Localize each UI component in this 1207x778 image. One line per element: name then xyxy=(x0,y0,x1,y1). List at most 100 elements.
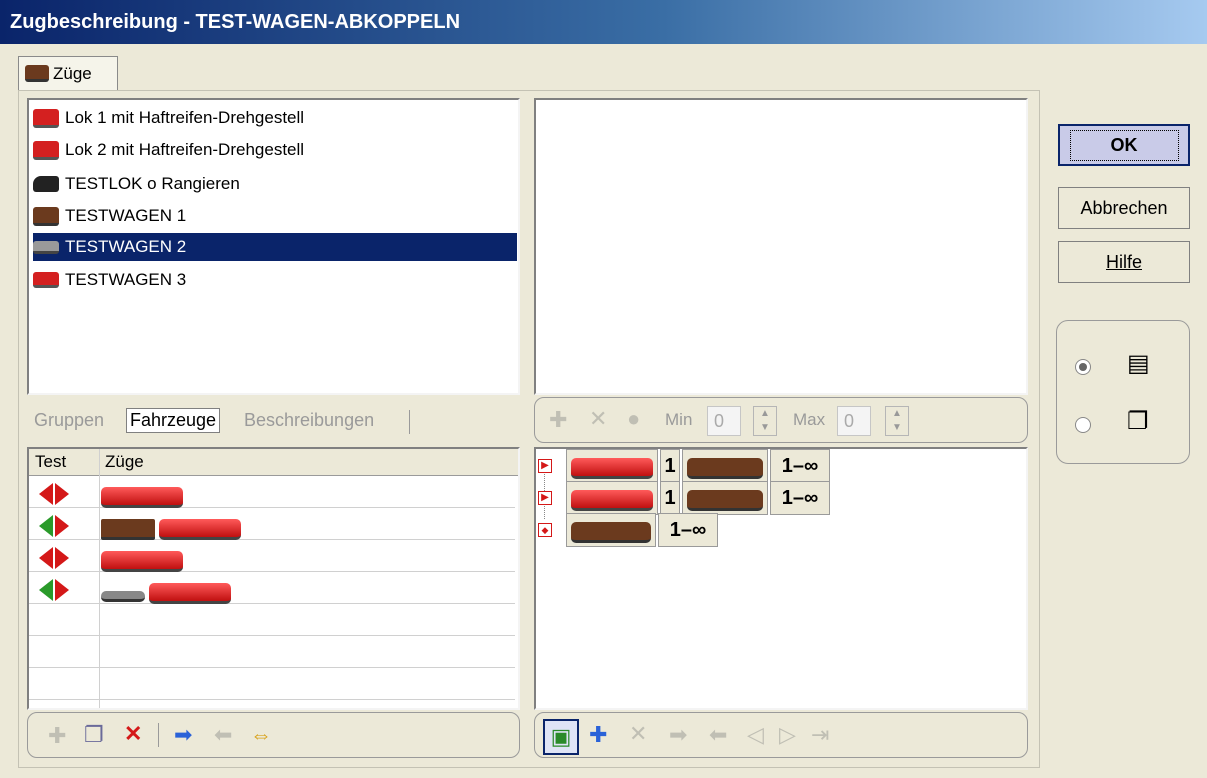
radio-tile-view[interactable] xyxy=(1075,417,1091,433)
vehicle-list[interactable]: Lok 1 mit Haftreifen-Drehgestell Lok 2 m… xyxy=(27,98,520,395)
column-trains[interactable]: Züge xyxy=(105,452,144,472)
signal-icon[interactable] xyxy=(39,579,69,601)
swap-icon[interactable]: ⇔ xyxy=(250,724,272,746)
row-divider xyxy=(29,507,515,508)
minmax-toolbar: ✚ ✕ ● Min 0 ▲ ▼ Max 0 ▲ ▼ xyxy=(534,397,1028,443)
signal-icon[interactable] xyxy=(39,515,69,537)
max-label: Max xyxy=(793,410,826,429)
column-divider xyxy=(99,449,100,708)
signal-icon[interactable] xyxy=(39,547,69,569)
flat-wagon-icon xyxy=(101,591,145,602)
add-icon[interactable]: ✚ xyxy=(549,409,567,431)
add-icon[interactable]: ✚ xyxy=(48,725,66,747)
tile-view-icon: ❐ xyxy=(1127,408,1149,435)
list-item[interactable]: Lok 2 mit Haftreifen-Drehgestell xyxy=(33,136,517,164)
copy-icon[interactable]: ❐ xyxy=(84,724,104,746)
import-icon[interactable]: ⇥ xyxy=(811,724,829,746)
train-icon xyxy=(25,65,49,82)
swap-icon[interactable]: ◆ xyxy=(538,523,552,537)
tab-label: Züge xyxy=(53,63,92,83)
new-icon[interactable]: ▣ xyxy=(543,719,579,755)
flat-wagon-icon xyxy=(33,240,59,254)
arrow-right-icon[interactable]: ➡ xyxy=(669,724,687,746)
vehicle-cell[interactable] xyxy=(682,481,768,515)
composition-toolbar: ▣ ✚ ✕ ➡ ⬅ ◁ ▷ ⇥ xyxy=(534,712,1028,758)
list-item-label: TESTLOK o Rangieren xyxy=(65,174,240,193)
composition-pane[interactable]: ▶ 1 1–∞ ▶ 1 1–∞ ◆ 1–∞ xyxy=(534,447,1028,710)
min-input[interactable]: 0 xyxy=(707,406,741,436)
arrow-left-icon[interactable]: ⬅ xyxy=(709,724,727,746)
row-divider xyxy=(29,699,515,700)
tab-vehicles[interactable]: Fahrzeuge xyxy=(126,408,221,433)
toolbar-separator xyxy=(158,723,159,747)
row-divider xyxy=(29,635,515,636)
range-cell[interactable]: 1–∞ xyxy=(770,449,830,483)
count-cell[interactable]: 1 xyxy=(660,449,680,483)
ok-button[interactable]: OK xyxy=(1058,124,1190,166)
vehicle-cell[interactable] xyxy=(566,481,658,515)
row-divider xyxy=(29,603,515,604)
window-title: Zugbeschreibung - TEST-WAGEN-ABKOPPELN xyxy=(10,11,461,33)
vehicle-cell[interactable] xyxy=(566,449,658,483)
row-divider xyxy=(29,667,515,668)
range-cell[interactable]: 1–∞ xyxy=(658,513,718,547)
list-item-label: TESTWAGEN 2 xyxy=(65,237,187,256)
red-railcar-icon xyxy=(159,519,241,540)
cancel-button[interactable]: Abbrechen xyxy=(1058,187,1190,229)
tab-trains[interactable]: Züge xyxy=(18,56,118,90)
vehicle-cell[interactable] xyxy=(682,449,768,483)
red-railcar-icon xyxy=(33,140,59,160)
mixed-wagon-icon xyxy=(687,458,763,479)
list-item-label: TESTWAGEN 3 xyxy=(65,270,187,289)
add-icon[interactable]: ✚ xyxy=(589,724,607,746)
table-header: Test Züge xyxy=(29,449,518,476)
red-railcar-icon xyxy=(101,551,183,572)
min-spinner[interactable]: ▲ ▼ xyxy=(753,406,777,436)
detail-pane xyxy=(534,98,1028,395)
trains-table[interactable]: Test Züge xyxy=(27,447,520,710)
list-item[interactable]: TESTLOK o Rangieren xyxy=(33,170,517,198)
brown-wagon-icon xyxy=(101,519,155,540)
count-cell[interactable]: 1 xyxy=(660,481,680,515)
list-item-label: Lok 2 mit Haftreifen-Drehgestell xyxy=(65,140,305,159)
red-railcar-icon xyxy=(101,487,183,508)
delete-icon[interactable]: ✕ xyxy=(589,408,607,430)
column-test[interactable]: Test xyxy=(35,452,66,472)
list-item[interactable]: TESTWAGEN 1 xyxy=(33,202,517,230)
arrow-left-icon[interactable]: ⬅ xyxy=(214,724,232,746)
help-button[interactable]: Hilfe xyxy=(1058,241,1190,283)
ok-label: OK xyxy=(1069,129,1179,161)
move-left-icon[interactable]: ◁ xyxy=(747,724,764,746)
cancel-label: Abbrechen xyxy=(1080,197,1168,218)
range-cell[interactable]: 1–∞ xyxy=(770,481,830,515)
list-item-label: TESTWAGEN 1 xyxy=(65,206,187,225)
expand-icon[interactable]: ▶ xyxy=(538,459,552,473)
expand-icon[interactable]: ▶ xyxy=(538,491,552,505)
red-railcar-icon xyxy=(149,583,231,604)
brown-wagon-icon xyxy=(33,206,59,226)
stop-icon[interactable]: ● xyxy=(627,408,640,430)
move-right-icon[interactable]: ▷ xyxy=(779,724,796,746)
red-wagon-icon xyxy=(33,272,59,288)
row-divider xyxy=(29,571,515,572)
mixed-wagon-icon xyxy=(571,522,651,543)
list-item[interactable]: Lok 1 mit Haftreifen-Drehgestell xyxy=(33,104,517,132)
max-input[interactable]: 0 xyxy=(837,406,871,436)
list-item[interactable]: TESTWAGEN 3 xyxy=(33,266,517,294)
list-view-icon: ▤ xyxy=(1127,350,1150,377)
tab-groups[interactable]: Gruppen xyxy=(34,410,104,431)
list-item-selected[interactable]: TESTWAGEN 2 xyxy=(33,233,517,261)
signal-icon[interactable] xyxy=(39,483,69,505)
mixed-wagon-icon xyxy=(687,490,763,511)
min-label: Min xyxy=(665,410,693,429)
delete-icon[interactable]: ✕ xyxy=(124,723,142,745)
trains-toolbar: ✚ ❐ ✕ ➡ ⬅ ⇔ xyxy=(27,712,520,758)
delete-icon[interactable]: ✕ xyxy=(629,723,647,745)
radio-list-view[interactable] xyxy=(1075,359,1091,375)
vehicle-cell[interactable] xyxy=(566,513,656,547)
tab-descriptions[interactable]: Beschreibungen xyxy=(244,410,374,431)
arrow-right-icon[interactable]: ➡ xyxy=(174,724,192,746)
tab-separator xyxy=(409,410,410,434)
help-label: Hilfe xyxy=(1105,251,1142,272)
max-spinner[interactable]: ▲ ▼ xyxy=(885,406,909,436)
